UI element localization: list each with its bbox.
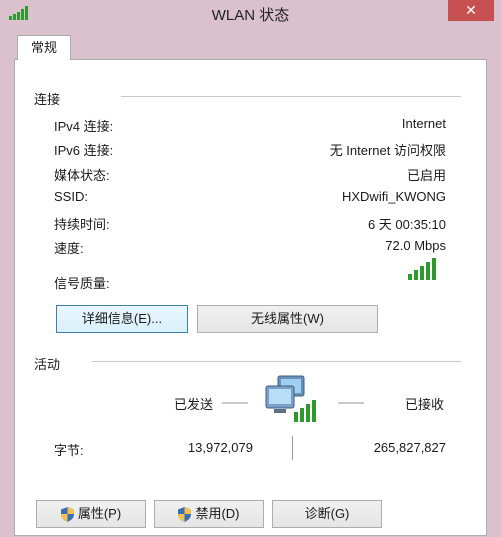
ssid-label: SSID: <box>54 189 88 204</box>
shield-icon <box>60 507 74 523</box>
media-state-label: 媒体状态: <box>54 168 110 183</box>
shield-icon <box>178 507 192 523</box>
bytes-separator <box>292 436 293 460</box>
signal-quality-label: 信号质量: <box>54 276 110 291</box>
diagnose-button[interactable]: 诊断(G) <box>272 500 382 528</box>
ipv4-value: Internet <box>401 116 446 131</box>
properties-button-label: 属性(P) <box>77 506 122 521</box>
ipv6-label: IPv6 连接: <box>54 143 114 158</box>
tab-general[interactable]: 常规 <box>17 35 71 60</box>
connection-divider <box>121 96 461 97</box>
speed-label: 速度: <box>54 241 84 256</box>
connection-section-label: 连接 <box>34 92 61 107</box>
received-label: 已接收 <box>405 397 445 412</box>
disable-button[interactable]: 禁用(D) <box>154 500 264 528</box>
signal-bars-icon <box>408 258 436 280</box>
received-dash <box>338 402 364 404</box>
activity-divider <box>92 361 461 362</box>
wireless-properties-button[interactable]: 无线属性(W) <box>197 305 378 333</box>
ssid-value: HXDwifi_KWONG <box>341 189 446 204</box>
details-button[interactable]: 详细信息(E)... <box>56 305 188 333</box>
close-button[interactable]: ✕ <box>448 0 494 21</box>
title-bar: WLAN 状态 ✕ <box>0 0 501 30</box>
duration-value: 6 天 00:35:10 <box>367 217 446 232</box>
bytes-sent-value: 13,972,079 <box>187 440 253 455</box>
network-computers-icon <box>265 375 316 422</box>
ipv6-value: 无 Internet 访问权限 <box>329 143 446 158</box>
duration-label: 持续时间: <box>54 217 110 232</box>
bytes-received-value: 265,827,827 <box>373 440 446 455</box>
speed-value: 72.0 Mbps <box>385 238 446 253</box>
activity-section-label: 活动 <box>34 357 61 372</box>
disable-button-label: 禁用(D) <box>195 506 240 521</box>
sent-label: 已发送 <box>174 397 214 412</box>
properties-button[interactable]: 属性(P) <box>36 500 146 528</box>
media-state-value: 已启用 <box>406 168 446 183</box>
bytes-label: 字节: <box>54 443 84 458</box>
ipv4-label: IPv4 连接: <box>54 119 114 134</box>
sent-dash <box>222 402 248 404</box>
window-title: WLAN 状态 <box>211 7 290 24</box>
